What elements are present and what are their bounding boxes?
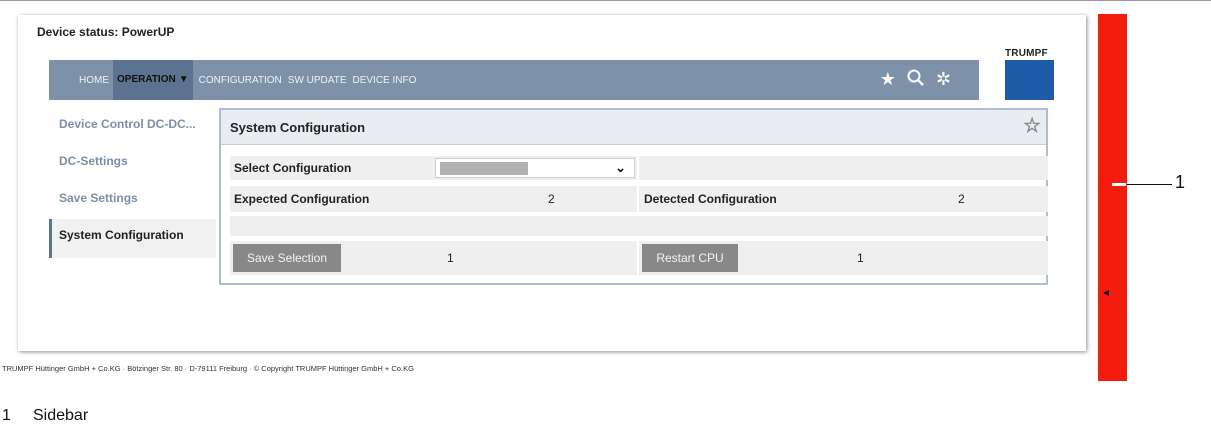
- favorites-star-icon[interactable]: ★: [880, 68, 896, 93]
- select-configuration-label: Select Configuration: [234, 161, 352, 175]
- select-configuration-row: Select Configuration ⌄: [230, 156, 1048, 180]
- nav-device-info[interactable]: DEVICE INFO: [353, 75, 417, 86]
- legend-number: 1: [2, 407, 11, 424]
- collapse-arrow-icon[interactable]: ◂: [1103, 285, 1109, 299]
- trumpf-logo: [1005, 60, 1054, 100]
- side-menu-item-save-settings[interactable]: Save Settings: [49, 182, 216, 219]
- top-divider: [0, 0, 1211, 1]
- nav-operation[interactable]: OPERATION ▼: [113, 60, 193, 100]
- configuration-select[interactable]: ⌄: [435, 158, 635, 178]
- side-menu: Device Control DC-DC... DC-Settings Save…: [49, 108, 216, 258]
- actions-row: Save Selection 1 Restart CPU 1: [230, 241, 1048, 275]
- sidebar-handle: [1112, 183, 1126, 186]
- side-menu-item-system-configuration[interactable]: System Configuration: [49, 219, 216, 258]
- panel-title: System Configuration: [230, 119, 366, 135]
- system-configuration-panel: System Configuration ☆ Select Configurat…: [219, 108, 1048, 285]
- side-menu-item-device-control[interactable]: Device Control DC-DC...: [49, 108, 216, 145]
- main-navigation: HOME OPERATION ▼ CONFIGURATION SW UPDATE…: [49, 60, 979, 100]
- nav-operation-label: OPERATION: [117, 74, 176, 85]
- nav-configuration[interactable]: CONFIGURATION: [199, 75, 282, 86]
- detected-configuration-value: 2: [958, 192, 965, 206]
- column-divider: [637, 241, 639, 275]
- sidebar-panel[interactable]: [1098, 14, 1127, 381]
- configuration-info-row: Expected Configuration 2 Detected Config…: [230, 186, 1048, 212]
- expected-configuration-label: Expected Configuration: [234, 192, 370, 206]
- save-selection-value: 1: [447, 251, 454, 265]
- panel-header: System Configuration ☆: [221, 110, 1046, 145]
- configuration-select-value: [440, 162, 528, 175]
- nav-icons: ★ ✲: [880, 68, 951, 93]
- settings-icon[interactable]: ✲: [936, 68, 951, 93]
- nav-home[interactable]: HOME: [79, 75, 109, 86]
- favorite-star-icon[interactable]: ☆: [1023, 116, 1041, 136]
- legend-label: Sidebar: [33, 407, 89, 424]
- expected-configuration-value: 2: [548, 192, 555, 206]
- device-status: Device status: PowerUP: [37, 25, 175, 39]
- side-menu-item-dc-settings[interactable]: DC-Settings: [49, 145, 216, 182]
- callout-line: [1127, 184, 1172, 185]
- detected-configuration-label: Detected Configuration: [644, 192, 777, 206]
- column-divider: [637, 186, 639, 212]
- restart-cpu-value: 1: [857, 251, 864, 265]
- search-icon[interactable]: [906, 68, 926, 93]
- column-divider: [637, 156, 639, 180]
- chevron-down-icon: ⌄: [615, 160, 626, 175]
- save-selection-button[interactable]: Save Selection: [233, 244, 341, 272]
- footer-text: TRUMPF Hüttinger GmbH + Co.KG · Bötzinge…: [2, 364, 414, 373]
- trumpf-logo-text: TRUMPF: [1005, 48, 1048, 59]
- nav-sw-update[interactable]: SW UPDATE: [288, 75, 347, 86]
- caret-down-icon: ▼: [178, 74, 189, 85]
- restart-cpu-button[interactable]: Restart CPU: [642, 244, 738, 272]
- callout-number: 1: [1175, 172, 1186, 192]
- spacer-row: [230, 216, 1048, 236]
